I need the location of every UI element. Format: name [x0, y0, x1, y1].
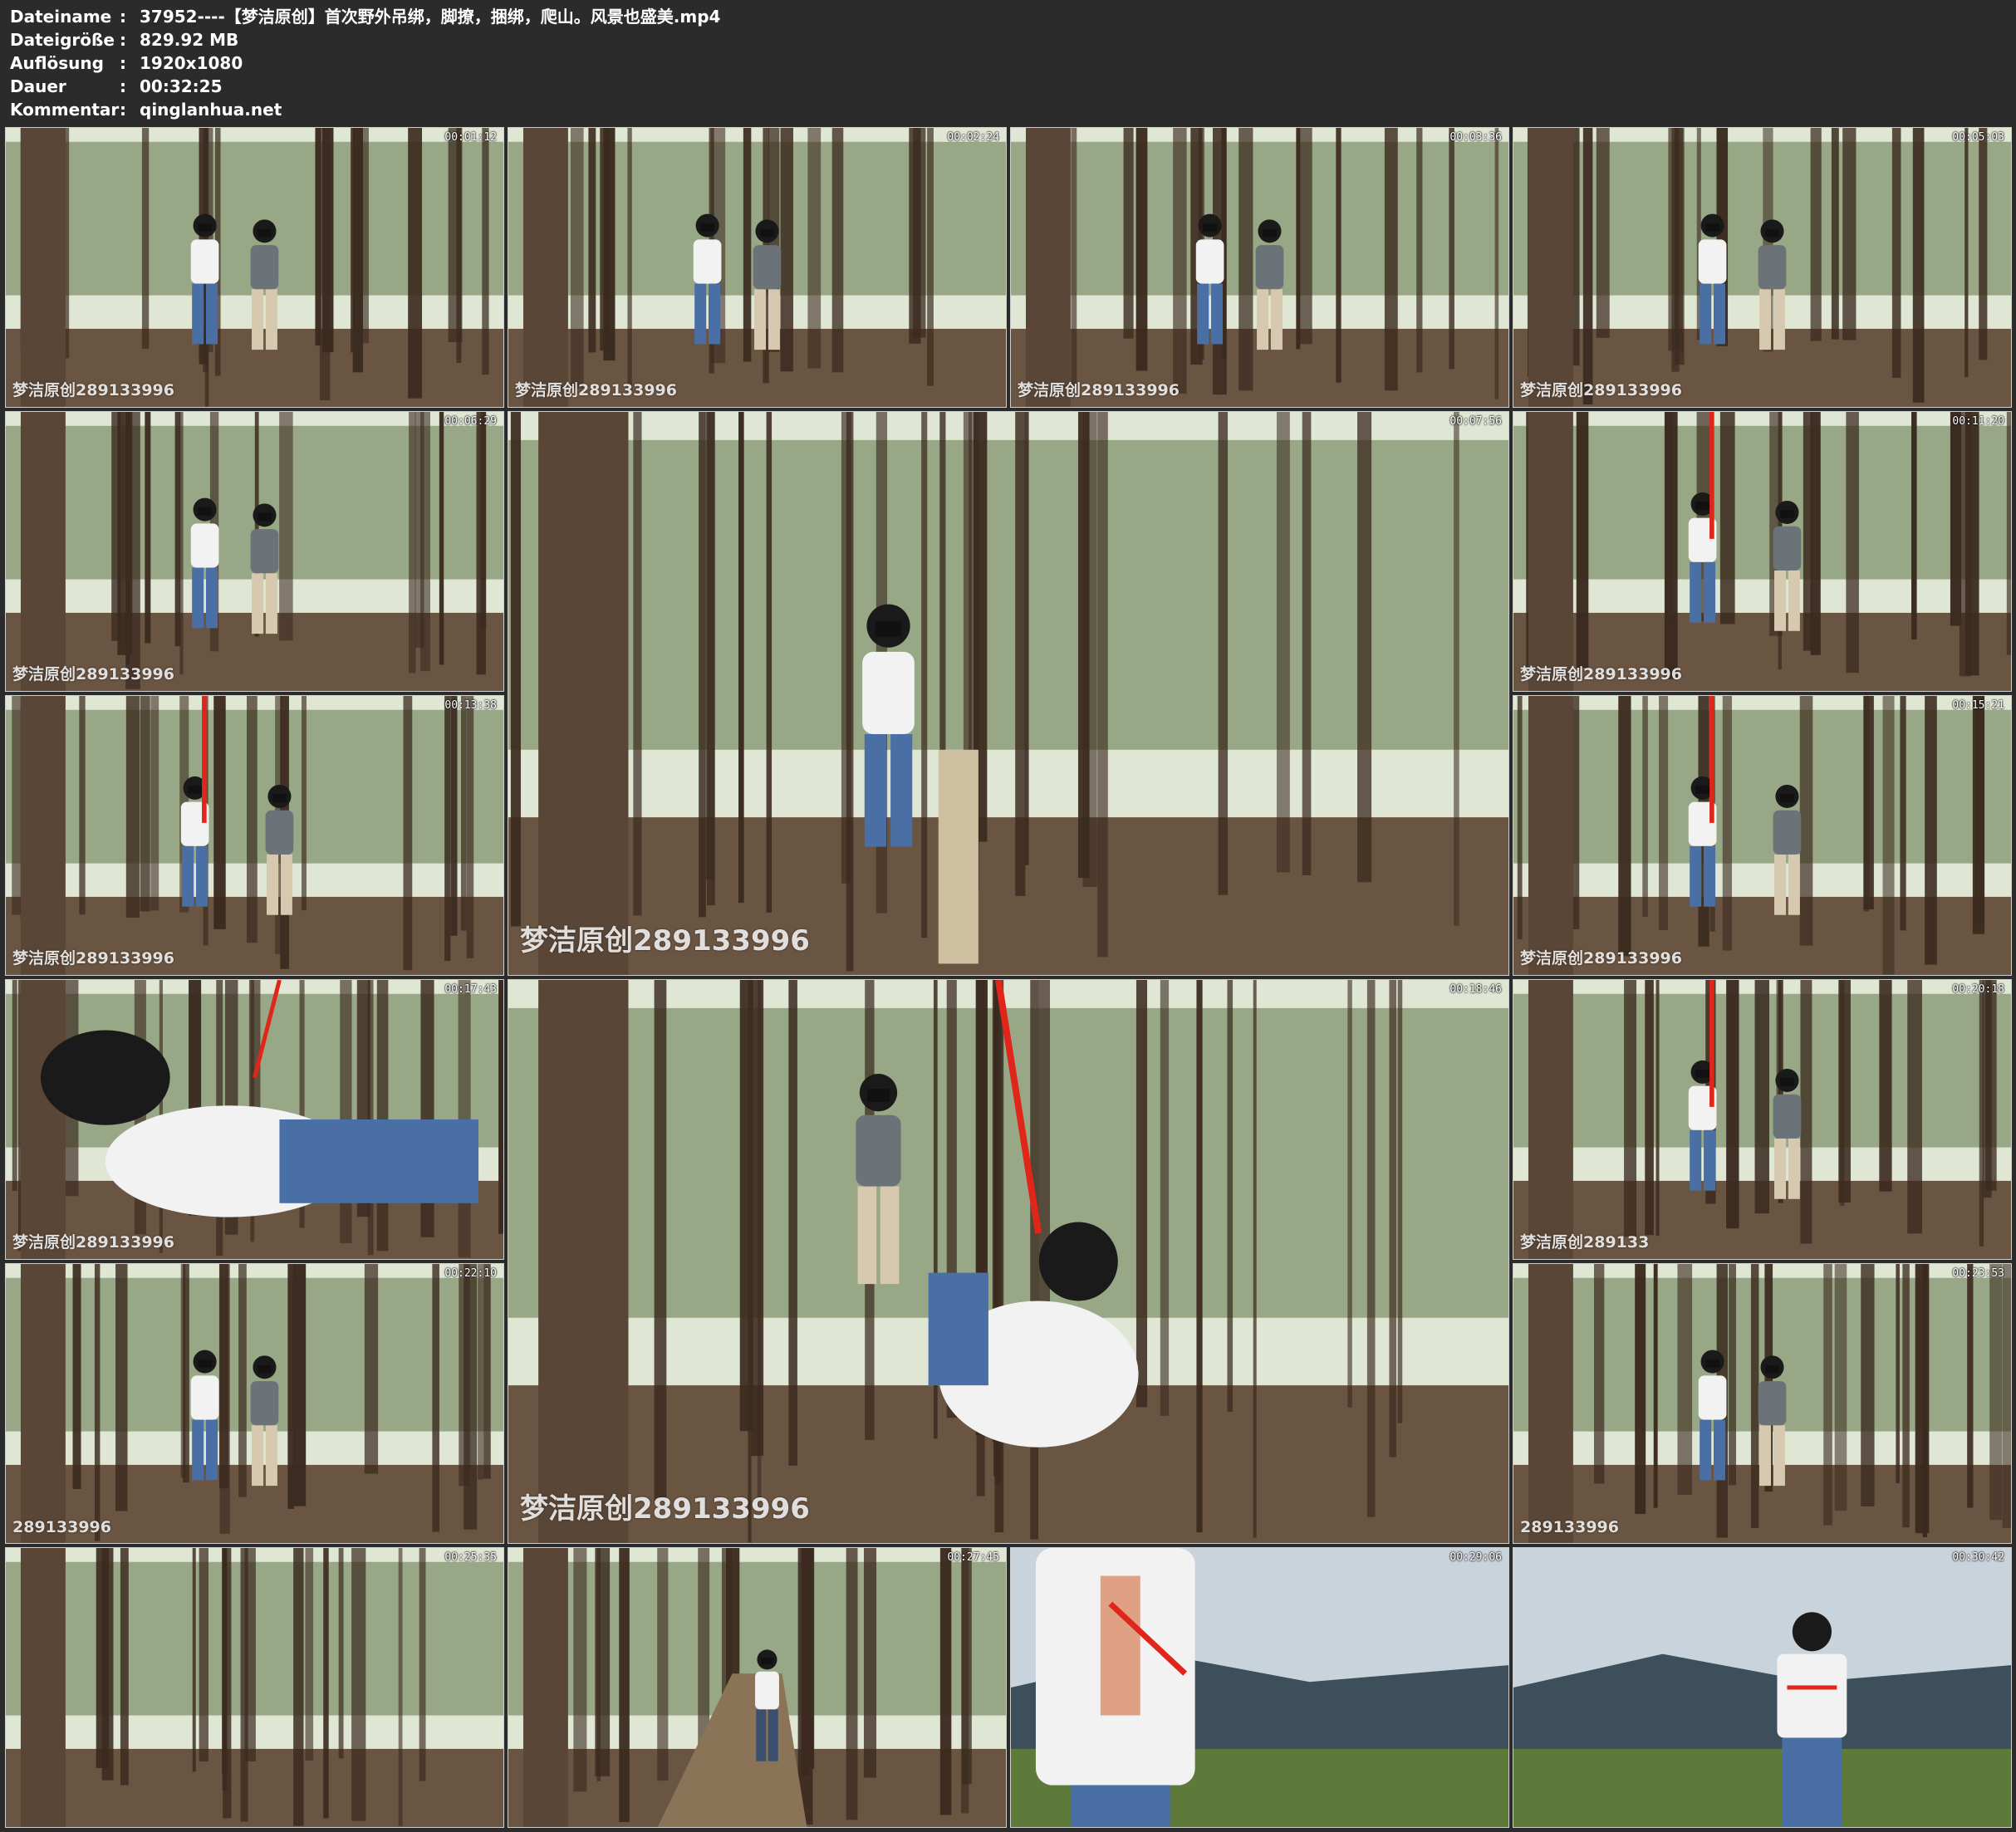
- thumbnail-watermark: 梦洁原创289133996: [1018, 381, 1180, 399]
- meta-row-filesize: Dateigröße : 829.92 MB: [10, 28, 2004, 51]
- thumbnail-9: 00:15:21 梦洁原创289133996: [1513, 695, 2012, 976]
- thumbnail-timestamp: 00:30:42: [1952, 1551, 2004, 1564]
- thumbnail-12: 00:20:18 梦洁原创289133: [1513, 979, 2012, 1260]
- thumbnail-13: 00:22:10 289133996: [5, 1263, 504, 1544]
- thumbnail-watermark: 梦洁原创289133996: [12, 949, 174, 967]
- thumbnail-timestamp: 00:20:18: [1952, 983, 2004, 996]
- thumbnail-8: 00:13:38 梦洁原创289133996: [5, 695, 504, 976]
- meta-value-filesize: 829.92 MB: [140, 30, 239, 50]
- thumbnail-watermark: 梦洁原创289133996: [1520, 381, 1682, 399]
- thumbnail-timestamp: 00:15:21: [1952, 699, 2004, 712]
- thumbnail-watermark: 梦洁原创289133996: [520, 1492, 810, 1526]
- thumbnail-grid: 00:01:12 梦洁原创289133996 00:02:24 梦洁原创2891339…: [5, 127, 2012, 1830]
- thumbnail-timestamp: 00:11:20: [1952, 415, 2004, 428]
- thumbnail-timestamp: 00:17:43: [444, 983, 497, 996]
- thumbnail-timestamp: 00:22:10: [444, 1267, 497, 1280]
- thumbnail-14: 00:23:53 289133996: [1513, 1263, 2012, 1544]
- thumbnail-4: 00:05:03 梦洁原创289133996: [1513, 127, 2012, 408]
- thumbnail-watermark: 梦洁原创289133996: [12, 1233, 174, 1252]
- thumbnail-3: 00:03:36 梦洁原创289133996: [1010, 127, 1509, 408]
- thumbnail-watermark: 梦洁原创289133996: [12, 665, 174, 683]
- thumbnail-2: 00:02:24 梦洁原创289133996: [508, 127, 1007, 408]
- meta-separator: :: [120, 100, 126, 120]
- thumbnail-timestamp: 00:13:38: [444, 699, 497, 712]
- meta-label: Dauer: [10, 76, 66, 96]
- meta-label: Dateiname: [10, 7, 112, 27]
- thumbnail-16: 00:27:45: [508, 1547, 1007, 1828]
- thumbnail-5: 00:06:29 梦洁原创289133996: [5, 411, 504, 692]
- thumbnail-18: 00:30:42: [1513, 1547, 2012, 1828]
- thumbnail-timestamp: 00:27:45: [947, 1551, 999, 1564]
- thumbnail-timestamp: 00:23:53: [1952, 1267, 2004, 1280]
- meta-row-duration: Dauer : 00:32:25: [10, 75, 2004, 98]
- meta-separator: :: [120, 7, 126, 27]
- thumbnail-17: 00:29:06: [1010, 1547, 1509, 1828]
- thumbnail-watermark: 289133996: [12, 1518, 111, 1536]
- thumbnail-timestamp: 00:25:35: [444, 1551, 497, 1564]
- meta-value-resolution: 1920x1080: [140, 53, 243, 73]
- thumbnail-timestamp: 00:01:12: [444, 131, 497, 144]
- thumbnail-11: 00:18:46 梦洁原创289133996: [508, 979, 1509, 1544]
- meta-label: Dateigröße: [10, 30, 115, 50]
- thumbnail-timestamp: 00:06:29: [444, 415, 497, 428]
- thumbnail-watermark: 289133996: [1520, 1518, 1619, 1536]
- thumbnail-watermark: 梦洁原创289133996: [1520, 949, 1682, 967]
- meta-label: Auflösung: [10, 53, 104, 73]
- thumbnail-watermark: 梦洁原创289133996: [515, 381, 677, 399]
- thumbnail-timestamp: 00:18:46: [1449, 983, 1502, 996]
- meta-value-duration: 00:32:25: [140, 76, 223, 96]
- thumbnail-timestamp: 00:29:06: [1449, 1551, 1502, 1564]
- thumbnail-timestamp: 00:03:36: [1449, 131, 1502, 144]
- meta-row-filename: Dateiname : 37952----【梦洁原创】首次野外吊绑，脚撩，捆绑，…: [10, 5, 2004, 28]
- thumbnail-timestamp: 00:02:24: [947, 131, 999, 144]
- thumbnail-7: 00:11:20 梦洁原创289133996: [1513, 411, 2012, 692]
- thumbnail-watermark: 梦洁原创289133996: [1520, 665, 1682, 683]
- thumbnail-timestamp: 00:07:56: [1449, 415, 1502, 428]
- meta-separator: :: [120, 30, 126, 50]
- thumbnail-6: 00:07:56 梦洁原创289133996: [508, 411, 1509, 976]
- file-info-header: Dateiname : 37952----【梦洁原创】首次野外吊绑，脚撩，捆绑，…: [10, 5, 2004, 121]
- meta-label: Kommentar: [10, 100, 120, 120]
- thumbnail-timestamp: 00:05:03: [1952, 131, 2004, 144]
- meta-separator: :: [120, 76, 126, 96]
- meta-row-resolution: Auflösung : 1920x1080: [10, 51, 2004, 75]
- thumbnail-1: 00:01:12 梦洁原创289133996: [5, 127, 504, 408]
- meta-value-comment: qinglanhua.net: [140, 100, 282, 120]
- meta-row-comment: Kommentar : qinglanhua.net: [10, 98, 2004, 121]
- thumbnail-watermark: 梦洁原创289133996: [12, 381, 174, 399]
- thumbnail-10: 00:17:43 梦洁原创289133996: [5, 979, 504, 1260]
- meta-value-filename: 37952----【梦洁原创】首次野外吊绑，脚撩，捆绑，爬山。风景也盛美.mp4: [140, 7, 721, 27]
- meta-separator: :: [120, 53, 126, 73]
- thumbnail-watermark: 梦洁原创289133: [1520, 1233, 1650, 1252]
- thumbnail-watermark: 梦洁原创289133996: [520, 924, 810, 958]
- thumbnail-15: 00:25:35: [5, 1547, 504, 1828]
